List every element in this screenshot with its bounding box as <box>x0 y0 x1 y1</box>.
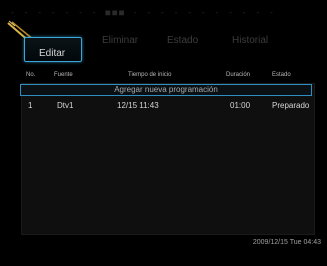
cell-status: Preparado <box>272 101 310 110</box>
tab-historial[interactable]: Historial <box>232 35 268 46</box>
clock-datetime: 2009/12/15 Tue 04:43 <box>252 239 321 246</box>
tab-estado[interactable]: Estado <box>167 35 198 46</box>
tab-editar[interactable]: Editar <box>24 37 82 62</box>
col-start-time: Tiempo de inicio <box>128 72 172 78</box>
col-source: Fuente <box>54 72 73 78</box>
col-duration: Duración <box>226 72 251 78</box>
table-row[interactable]: 1 Dtv1 12/15 11:43 01:00 Preparado <box>0 101 327 113</box>
tab-bar: Editar Eliminar Estado Historial <box>0 28 327 68</box>
add-new-schedule-button[interactable]: Agregar nueva programación <box>20 84 312 96</box>
tab-eliminar[interactable]: Eliminar <box>102 35 138 46</box>
cell-source: Dtv1 <box>57 101 74 110</box>
screen-title: - - - - - - - ■■■ - - - - - - - - - - - <box>10 8 276 17</box>
col-status: Estado <box>272 72 291 78</box>
cell-no: 1 <box>28 101 33 110</box>
cell-duration: 01:00 <box>230 101 251 110</box>
cell-start-time: 12/15 11:43 <box>117 101 159 110</box>
recording-schedule-screen: - - - - - - - ■■■ - - - - - - - - - - - … <box>0 0 327 266</box>
col-no: No. <box>26 72 36 78</box>
table-header: No. Fuente Tiempo de inicio Duración Est… <box>0 70 327 82</box>
